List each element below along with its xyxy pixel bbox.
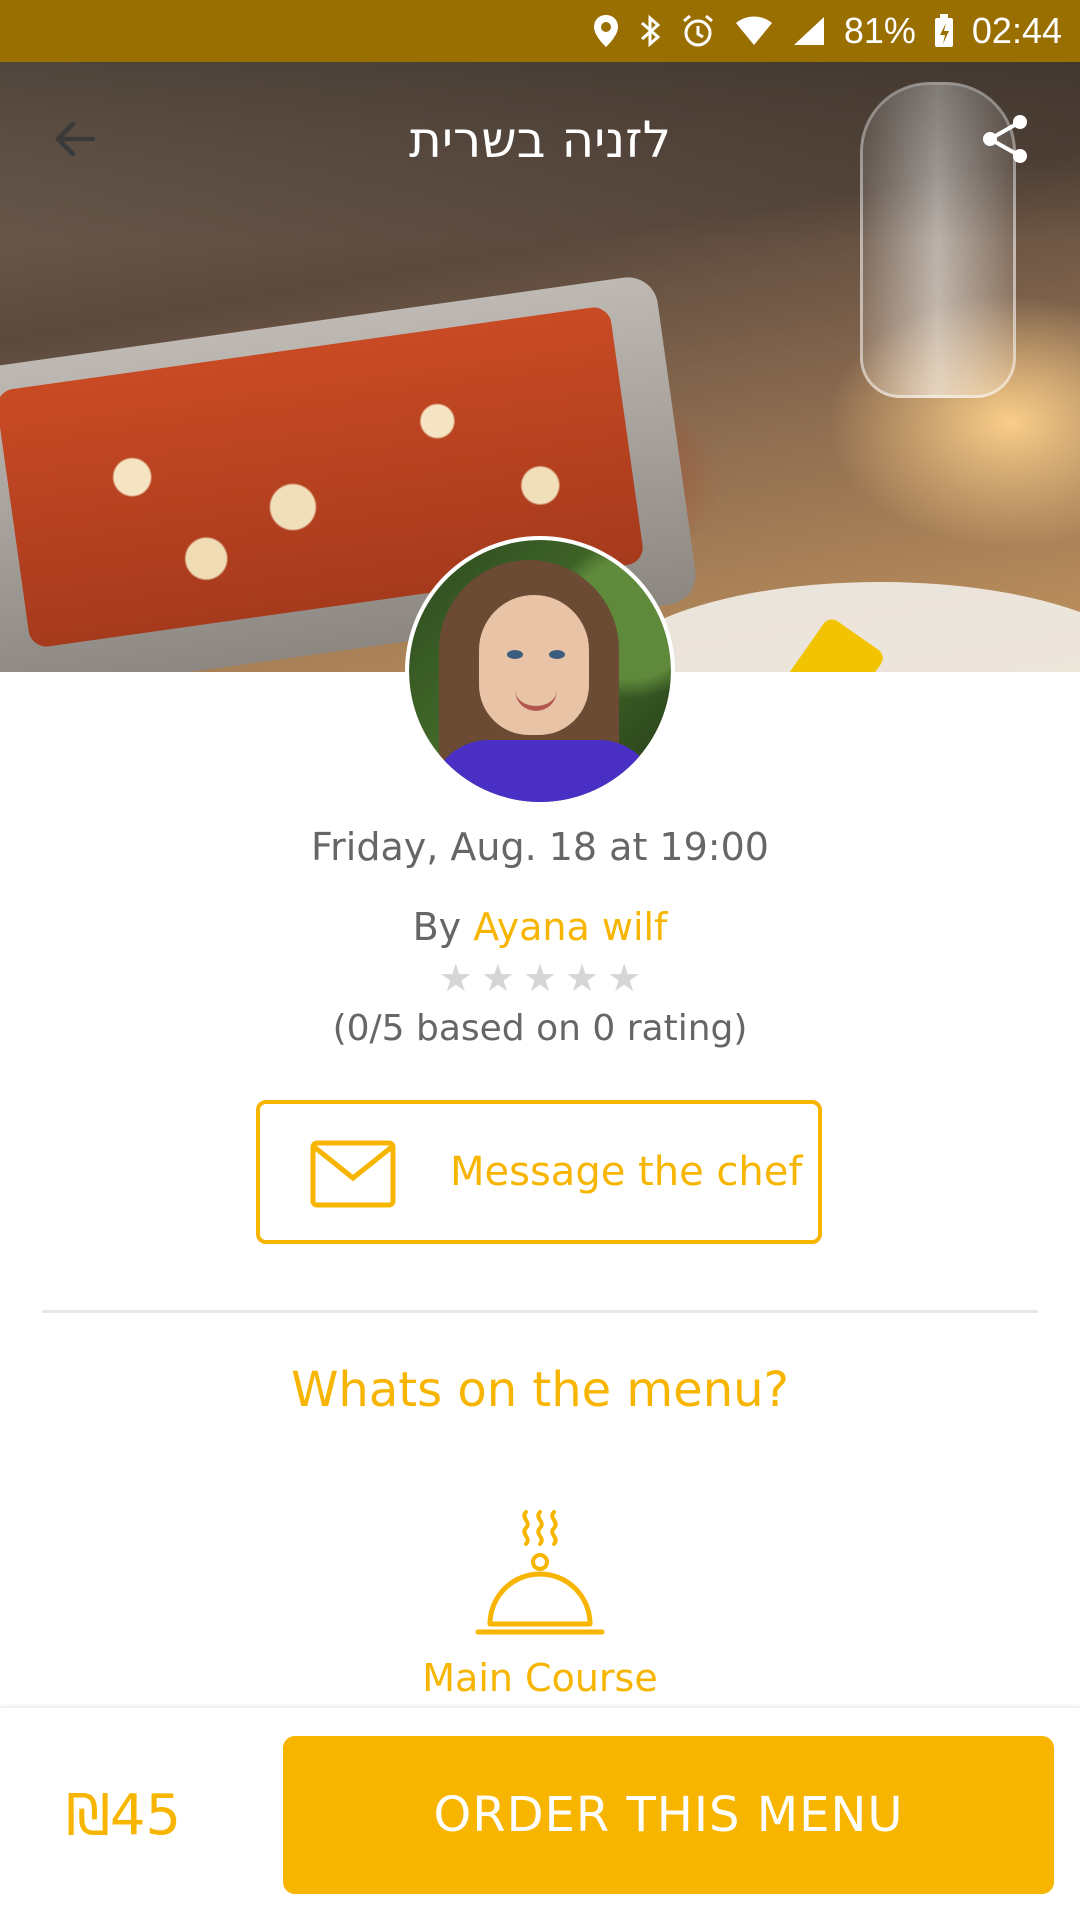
menu-heading: Whats on the menu?	[290, 1362, 790, 1418]
star-icon: ★	[480, 956, 515, 1000]
status-bar: 81% 02:44	[0, 0, 1080, 62]
battery-percent: 81%	[843, 10, 916, 51]
section-divider	[42, 1310, 1038, 1313]
share-icon	[983, 115, 1027, 163]
bluetooth-icon	[638, 13, 662, 49]
alarm-icon	[680, 13, 716, 49]
arrow-left-icon	[55, 121, 96, 157]
message-chef-button[interactable]: Message the chef	[256, 1100, 822, 1244]
rating-stars: ★ ★ ★ ★ ★	[0, 958, 1080, 998]
location-icon	[592, 13, 620, 49]
order-menu-button[interactable]: ORDER THIS MENU	[283, 1736, 1054, 1894]
star-icon: ★	[522, 956, 558, 1000]
chef-byline: By Ayana wilf	[0, 905, 1080, 949]
wifi-icon	[734, 15, 774, 47]
by-prefix: By	[412, 905, 462, 949]
course-label: Main Course	[422, 1656, 658, 1700]
envelope-icon	[310, 1140, 396, 1208]
rating-summary: (0/5 based on 0 rating)	[332, 1008, 748, 1049]
clock: 02:44	[971, 10, 1062, 51]
chef-avatar[interactable]	[409, 540, 671, 802]
event-date: Friday, Aug. 18 at 19:00	[311, 825, 769, 869]
star-icon: ★	[438, 956, 473, 1000]
signal-icon	[792, 15, 826, 47]
back-button[interactable]	[40, 104, 110, 174]
chef-name-link[interactable]: Ayana wilf	[473, 905, 667, 949]
price: ₪45	[66, 1783, 182, 1848]
star-icon: ★	[607, 956, 642, 1000]
message-chef-label: Message the chef	[450, 1149, 803, 1195]
battery-icon	[934, 14, 954, 48]
star-icon: ★	[565, 956, 600, 1000]
share-button[interactable]	[970, 104, 1040, 174]
cloche-icon	[475, 1510, 605, 1635]
page-title: לזניה בשרית	[408, 111, 672, 169]
